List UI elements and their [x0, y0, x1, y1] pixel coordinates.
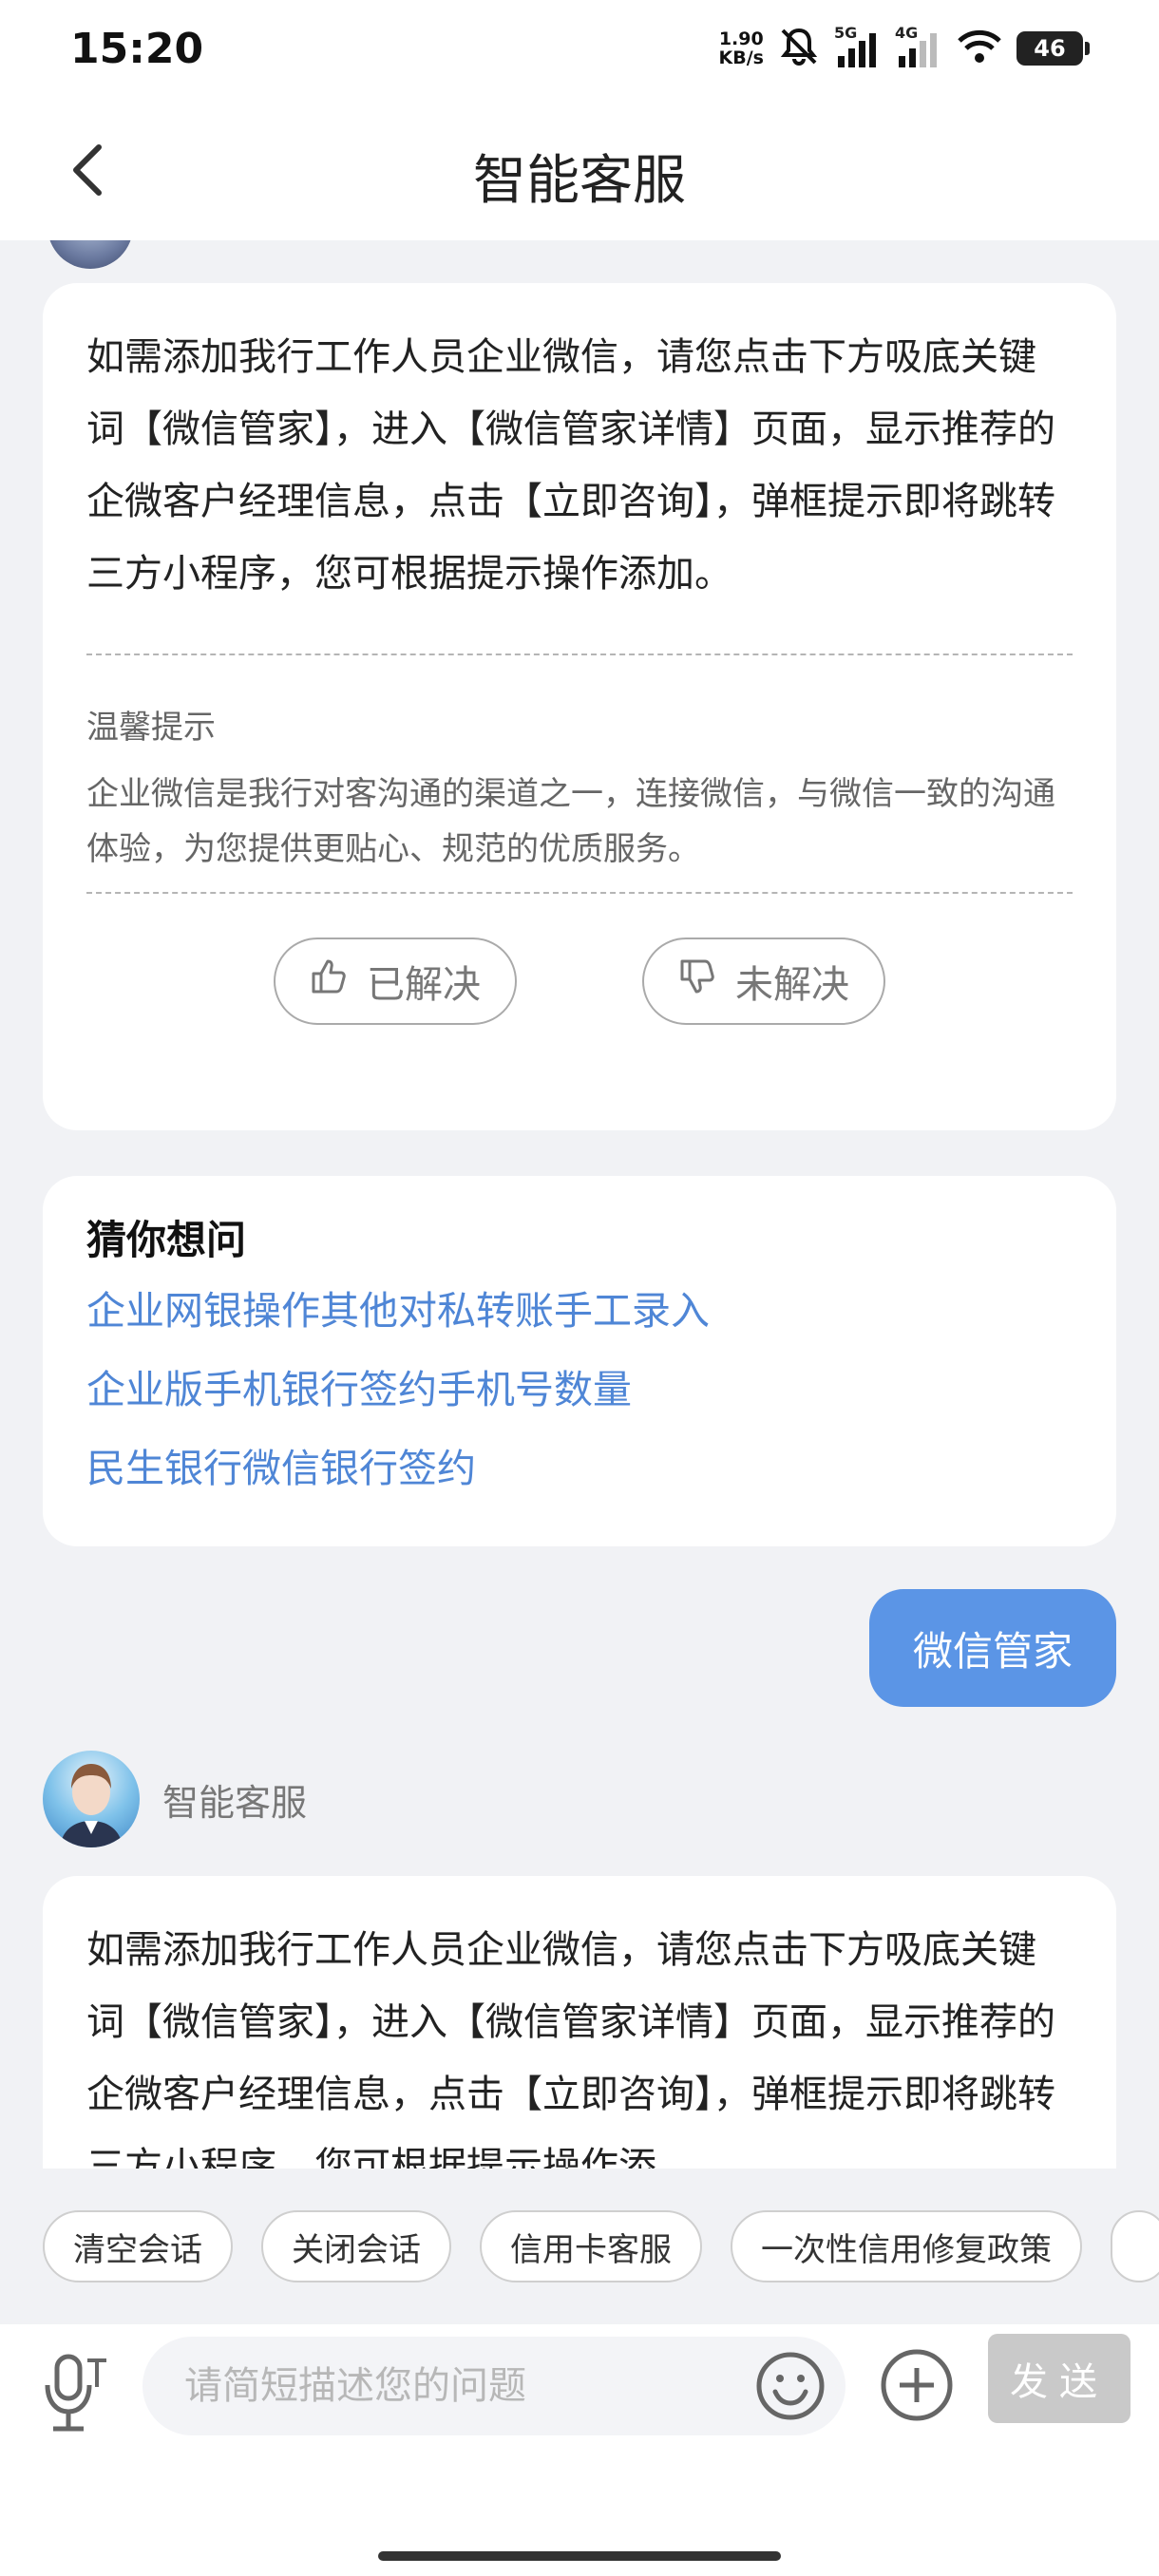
emoji-button[interactable]	[754, 2350, 826, 2422]
tip-title: 温馨提示	[86, 709, 216, 747]
suggestion-title: 猜你想问	[86, 1217, 247, 1263]
chat-area[interactable]: 如需添加我行工作人员企业微信，请您点击下方吸底关键词【微信管家】，进入【微信管家…	[0, 240, 1159, 2169]
network-speed-value: 1.90	[718, 28, 764, 49]
credit-card-service-button[interactable]: 信用卡客服	[480, 2210, 702, 2282]
answer-card: 如需添加我行工作人员企业微信，请您点击下方吸底关键词【微信管家】，进入【微信管家…	[43, 283, 1116, 1130]
suggestion-list: 企业网银操作其他对私转账手工录入 企业版手机银行签约手机号数量 民生银行微信银行…	[43, 1266, 1116, 1508]
resolved-button[interactable]: 已解决	[274, 938, 517, 1025]
close-session-button[interactable]: 关闭会话	[261, 2210, 451, 2282]
quick-action-bar[interactable]: 清空会话 关闭会话 信用卡客服 一次性信用修复政策	[0, 2169, 1159, 2324]
input-bar: 发送	[0, 2324, 1159, 2576]
suggestion-card: 猜你想问 企业网银操作其他对私转账手工录入 企业版手机银行签约手机号数量 民生银…	[43, 1176, 1116, 1546]
status-time: 15:20	[70, 25, 204, 73]
message-input[interactable]	[184, 2337, 678, 2435]
agent-header: 智能客服	[43, 1751, 307, 1847]
nav-bar: 智能客服	[0, 100, 1159, 240]
signal-4g-label: 4G	[895, 24, 919, 42]
add-attachment-button[interactable]	[879, 2347, 955, 2423]
agent-avatar-partial	[48, 240, 133, 269]
divider	[86, 653, 1073, 655]
unresolved-label: 未解决	[735, 963, 849, 1007]
answer-text: 如需添加我行工作人员企业微信，请您点击下方吸底关键词【微信管家】，进入【微信管家…	[86, 335, 1055, 596]
feedback-row: 已解决 未解决	[43, 894, 1116, 1025]
microphone-icon	[44, 2354, 110, 2440]
home-indicator[interactable]	[378, 2551, 781, 2561]
tip-text: 企业微信是我行对客沟通的渠道之一，连接微信，与微信一致的沟通体验，为您提供更贴心…	[86, 775, 1055, 868]
signal-5g-icon: 5G	[834, 24, 882, 67]
user-message-text: 微信管家	[912, 1627, 1073, 1675]
clear-session-button[interactable]: 清空会话	[43, 2210, 233, 2282]
battery-level: 46	[1034, 35, 1066, 62]
signal-5g-label: 5G	[834, 24, 858, 42]
network-speed: 1.90 KB/s	[719, 29, 764, 67]
network-speed-unit: KB/s	[718, 47, 764, 68]
plus-circle-icon	[879, 2349, 955, 2427]
wifi-icon	[956, 28, 1003, 69]
suggestion-link[interactable]: 企业版手机银行签约手机号数量	[43, 1351, 1116, 1430]
page-title: 智能客服	[473, 150, 686, 212]
signal-4g-icon: 4G	[895, 24, 942, 67]
status-bar: 15:20 1.90 KB/s 5G 4G 46	[0, 0, 1159, 100]
voice-input-button[interactable]	[44, 2351, 110, 2436]
user-message-bubble: 微信管家	[868, 1589, 1116, 1707]
answer-text: 如需添加我行工作人员企业微信，请您点击下方吸底关键词【微信管家】，进入【微信管家…	[86, 1928, 1055, 2169]
agent-name: 智能客服	[162, 1781, 308, 1824]
thumbs-up-icon	[310, 957, 348, 1005]
battery-indicator: 46	[1016, 31, 1090, 66]
status-icons: 1.90 KB/s 5G 4G 46	[719, 24, 1090, 72]
resolved-label: 已解决	[367, 963, 481, 1007]
send-button[interactable]: 发送	[988, 2334, 1130, 2423]
thumbs-down-icon	[678, 957, 716, 1005]
mute-bell-icon	[777, 25, 821, 72]
smiley-icon	[754, 2352, 826, 2426]
more-quick-button[interactable]	[1111, 2210, 1159, 2282]
message-input-box	[142, 2337, 846, 2435]
agent-avatar	[43, 1751, 140, 1847]
credit-repair-policy-button[interactable]: 一次性信用修复政策	[731, 2210, 1082, 2282]
suggestion-link[interactable]: 企业网银操作其他对私转账手工录入	[43, 1272, 1116, 1351]
suggestion-link[interactable]: 民生银行微信银行签约	[43, 1430, 1116, 1508]
answer-card: 如需添加我行工作人员企业微信，请您点击下方吸底关键词【微信管家】，进入【微信管家…	[43, 1876, 1116, 2169]
unresolved-button[interactable]: 未解决	[642, 938, 885, 1025]
